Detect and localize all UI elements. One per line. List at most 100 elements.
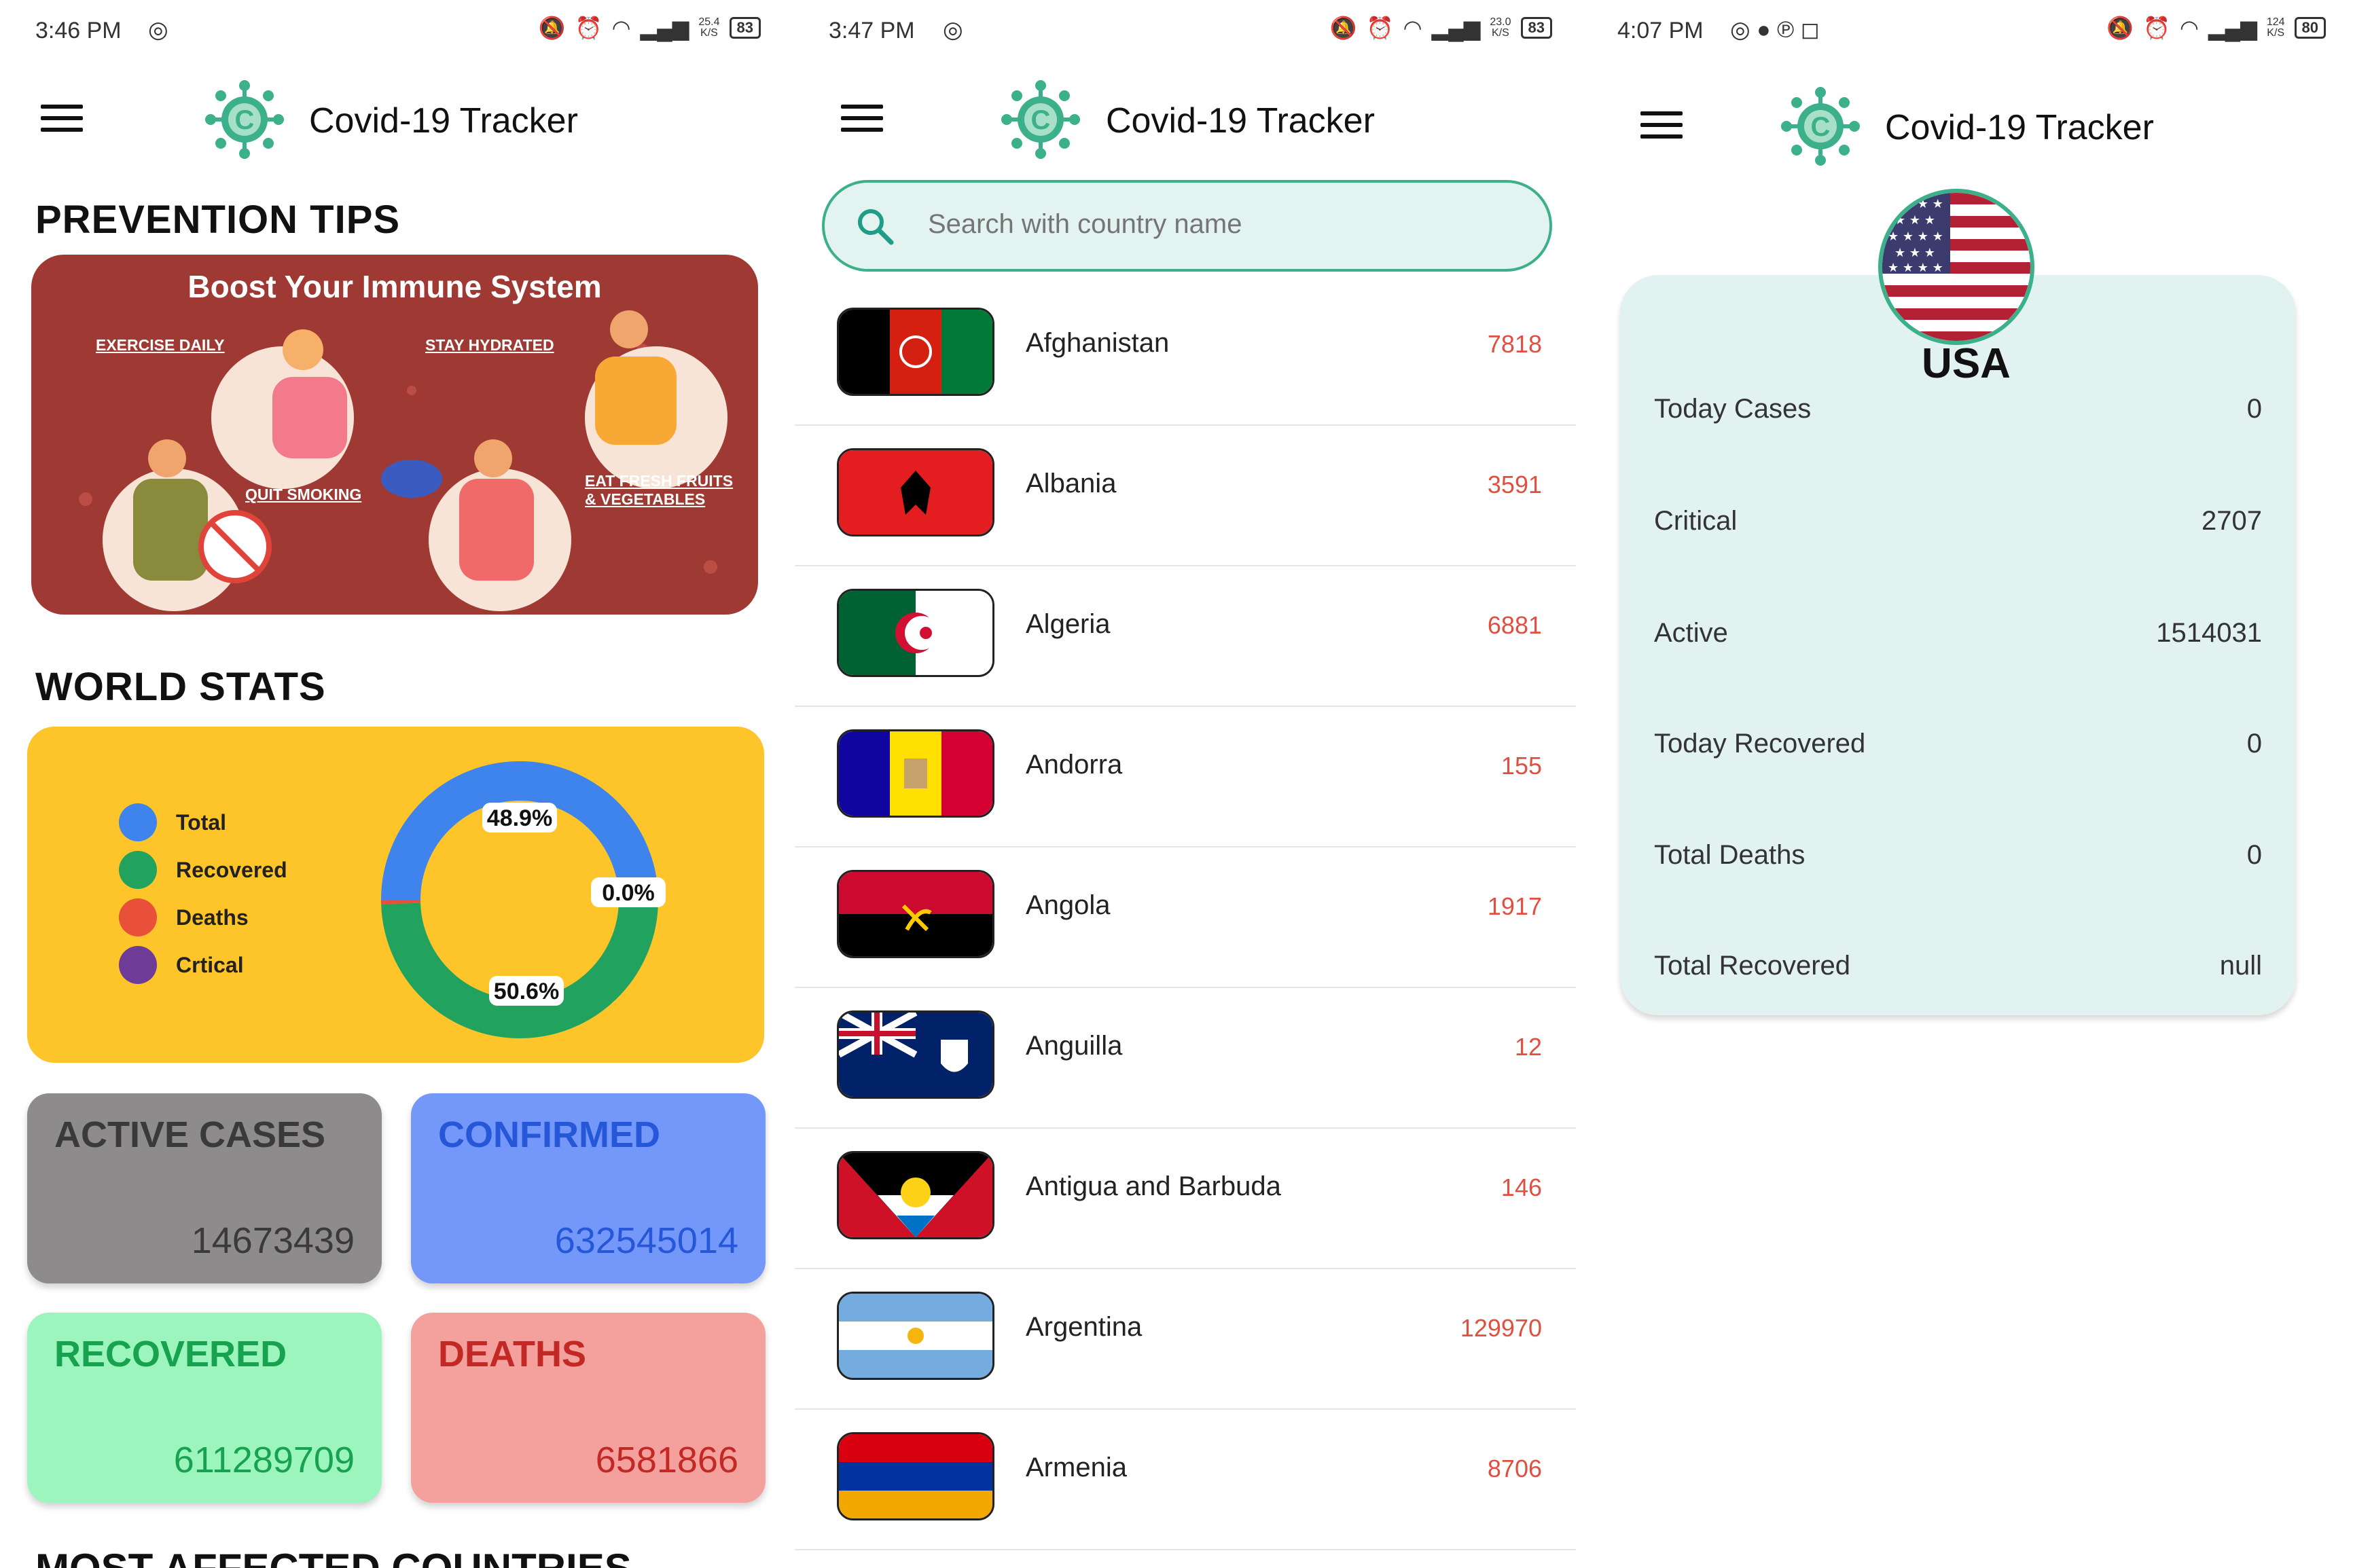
country-count: 8706 <box>1487 1455 1542 1482</box>
country-name: Angola <box>1026 890 1111 920</box>
country-row[interactable]: Andorra 155 <box>795 706 1576 847</box>
anguilla-flag-icon <box>837 1010 994 1099</box>
stat-value: 0 <box>2246 840 2262 870</box>
battery-icon: 83 <box>1520 17 1552 39</box>
country-name: Andorra <box>1026 750 1123 780</box>
country-row[interactable]: Antigua and Barbuda 146 <box>795 1127 1576 1269</box>
system-icons: 🔕 ⏰ ◠ ▂▄▆ 124 K/S 80 <box>2106 15 2326 41</box>
country-name: Armenia <box>1026 1453 1127 1482</box>
chart-legend: Total Recovered Deaths Crtical <box>119 803 287 995</box>
virus-logo-icon <box>1780 86 1861 167</box>
stat-label: Total Recovered <box>1654 951 1851 981</box>
mute-icon: 🔕 <box>2106 16 2134 40</box>
stat-row-today-cases: Today Cases 0 <box>1654 394 2262 435</box>
battery-icon: 80 <box>2294 17 2326 39</box>
svg-text:★ ★ ★ ★: ★ ★ ★ ★ <box>1888 197 1943 211</box>
app-bar: Covid-19 Tracker <box>0 75 788 163</box>
country-row[interactable]: Afghanistan 7818 <box>795 284 1576 426</box>
prevention-tips-card[interactable]: Boost Your Immune System EXERCISE DAILY … <box>31 255 758 615</box>
country-row[interactable]: Angola 1917 <box>795 846 1576 988</box>
active-cases-value: 14673439 <box>191 1220 355 1261</box>
legend-dot-deaths <box>119 898 157 936</box>
app-title: Covid-19 Tracker <box>309 101 578 141</box>
percent-label: 48.9% <box>482 803 557 833</box>
country-detail-screen: 4:07 PM ◎ ● ℗ ◻ 🔕 ⏰ ◠ ▂▄▆ 124 K/S 80 Cov… <box>1579 0 2353 1568</box>
status-time: 3:46 PM <box>35 18 122 43</box>
search-input[interactable] <box>927 208 1527 240</box>
active-cases-label: ACTIVE CASES <box>54 1114 326 1155</box>
hamburger-menu-icon[interactable] <box>41 105 83 132</box>
andorra-flag-icon <box>837 729 994 818</box>
country-search-bar[interactable] <box>822 180 1552 272</box>
country-count: 146 <box>1501 1173 1542 1201</box>
legend-item: Total <box>119 803 287 841</box>
country-name: Anguilla <box>1026 1031 1123 1061</box>
percent-label: 50.6% <box>489 976 564 1006</box>
country-name: Argentina <box>1026 1312 1143 1342</box>
active-cases-tile[interactable]: ACTIVE CASES 14673439 <box>27 1093 382 1283</box>
legend-dot-total <box>119 803 157 841</box>
country-count: 6881 <box>1487 611 1542 639</box>
deaths-tile[interactable]: DEATHS 6581866 <box>411 1313 766 1503</box>
confirmed-label: CONFIRMED <box>438 1114 660 1155</box>
country-row[interactable]: Anguilla 12 <box>795 987 1576 1129</box>
country-row[interactable]: Armenia 8706 <box>795 1408 1576 1550</box>
argentina-flag-icon <box>837 1292 994 1380</box>
signal-icon: ▂▄▆ <box>1431 16 1481 40</box>
hamburger-menu-icon[interactable] <box>1640 111 1683 139</box>
country-name: Algeria <box>1026 609 1111 639</box>
alarm-icon: ⏰ <box>575 16 603 40</box>
stat-value: 0 <box>2246 394 2262 424</box>
country-count: 12 <box>1514 1033 1542 1061</box>
country-row[interactable]: Algeria 6881 <box>795 565 1576 707</box>
algeria-flag-icon <box>837 589 994 677</box>
status-bar: 3:47 PM ◎ 🔕 ⏰ ◠ ▂▄▆ 23.0 K/S 83 <box>788 0 1579 68</box>
country-row[interactable]: Albania 3591 <box>795 424 1576 566</box>
legend-item: Deaths <box>119 898 287 936</box>
stat-value: 1514031 <box>2156 618 2262 648</box>
world-stats-card: Total Recovered Deaths Crtical 50.6% 48.9… <box>27 727 764 1063</box>
armenia-flag-icon <box>837 1432 994 1520</box>
country-count: 1917 <box>1487 892 1542 920</box>
whatsapp-icon: ◎ <box>943 17 963 43</box>
status-time: 4:07 PM <box>1617 18 1704 43</box>
notification-app-icons: ◎ ● ℗ ◻ <box>1730 17 1820 43</box>
usa-flag-icon: ★ ★ ★ ★ ★ ★ ★ ★ ★ ★ ★ ★ ★ ★ ★ ★ ★ ★ <box>1878 189 2034 345</box>
virus-logo-icon <box>1000 79 1081 160</box>
svg-text:★ ★ ★: ★ ★ ★ <box>1894 246 1935 260</box>
system-icons: 🔕 ⏰ ◠ ▂▄▆ 23.0 K/S 83 <box>1330 15 1552 41</box>
mute-icon: 🔕 <box>1329 16 1357 40</box>
confirmed-tile[interactable]: CONFIRMED 632545014 <box>411 1093 766 1283</box>
tips-illustration <box>79 310 728 611</box>
svg-text:48.9%: 48.9% <box>487 805 552 831</box>
legend-item: Crtical <box>119 946 287 984</box>
angola-flag-icon <box>837 870 994 958</box>
wifi-icon: ◠ <box>2180 16 2199 40</box>
recovered-tile[interactable]: RECOVERED 611289709 <box>27 1313 382 1503</box>
network-speed: 124 K/S <box>2266 16 2285 39</box>
tip-fruits: EAT FRESH FRUITS & VEGETABLES <box>585 472 734 508</box>
stat-row-today-recovered: Today Recovered 0 <box>1654 729 2262 769</box>
whatsapp-icon: ◎ <box>148 17 168 43</box>
country-count: 3591 <box>1487 471 1542 498</box>
country-count: 155 <box>1501 752 1542 780</box>
recovered-value: 611289709 <box>173 1440 355 1480</box>
country-count: 7818 <box>1487 330 1542 358</box>
status-bar: 4:07 PM ◎ ● ℗ ◻ 🔕 ⏰ ◠ ▂▄▆ 124 K/S 80 <box>1579 0 2353 68</box>
hamburger-menu-icon[interactable] <box>841 105 883 132</box>
svg-text:0.0%: 0.0% <box>602 880 655 906</box>
stat-row-active: Active 1514031 <box>1654 618 2262 659</box>
country-row[interactable]: Argentina 129970 <box>795 1268 1576 1410</box>
stat-label: Active <box>1654 618 1728 648</box>
wifi-icon: ◠ <box>611 16 631 40</box>
stat-value: null <box>2219 951 2262 981</box>
country-name: Antigua and Barbuda <box>1026 1171 1281 1201</box>
signal-icon: ▂▄▆ <box>2208 16 2257 40</box>
stat-value: 0 <box>2246 729 2262 759</box>
system-icons: 🔕 ⏰ ◠ ▂▄▆ 25.4 K/S 83 <box>539 15 761 41</box>
stat-label: Today Recovered <box>1654 729 1866 759</box>
legend-item: Recovered <box>119 851 287 889</box>
svg-text:★ ★ ★ ★: ★ ★ ★ ★ <box>1888 230 1943 244</box>
most-affected-title: MOST AFFECTED COUNTRIES <box>35 1545 632 1568</box>
stat-label: Total Deaths <box>1654 840 1806 870</box>
